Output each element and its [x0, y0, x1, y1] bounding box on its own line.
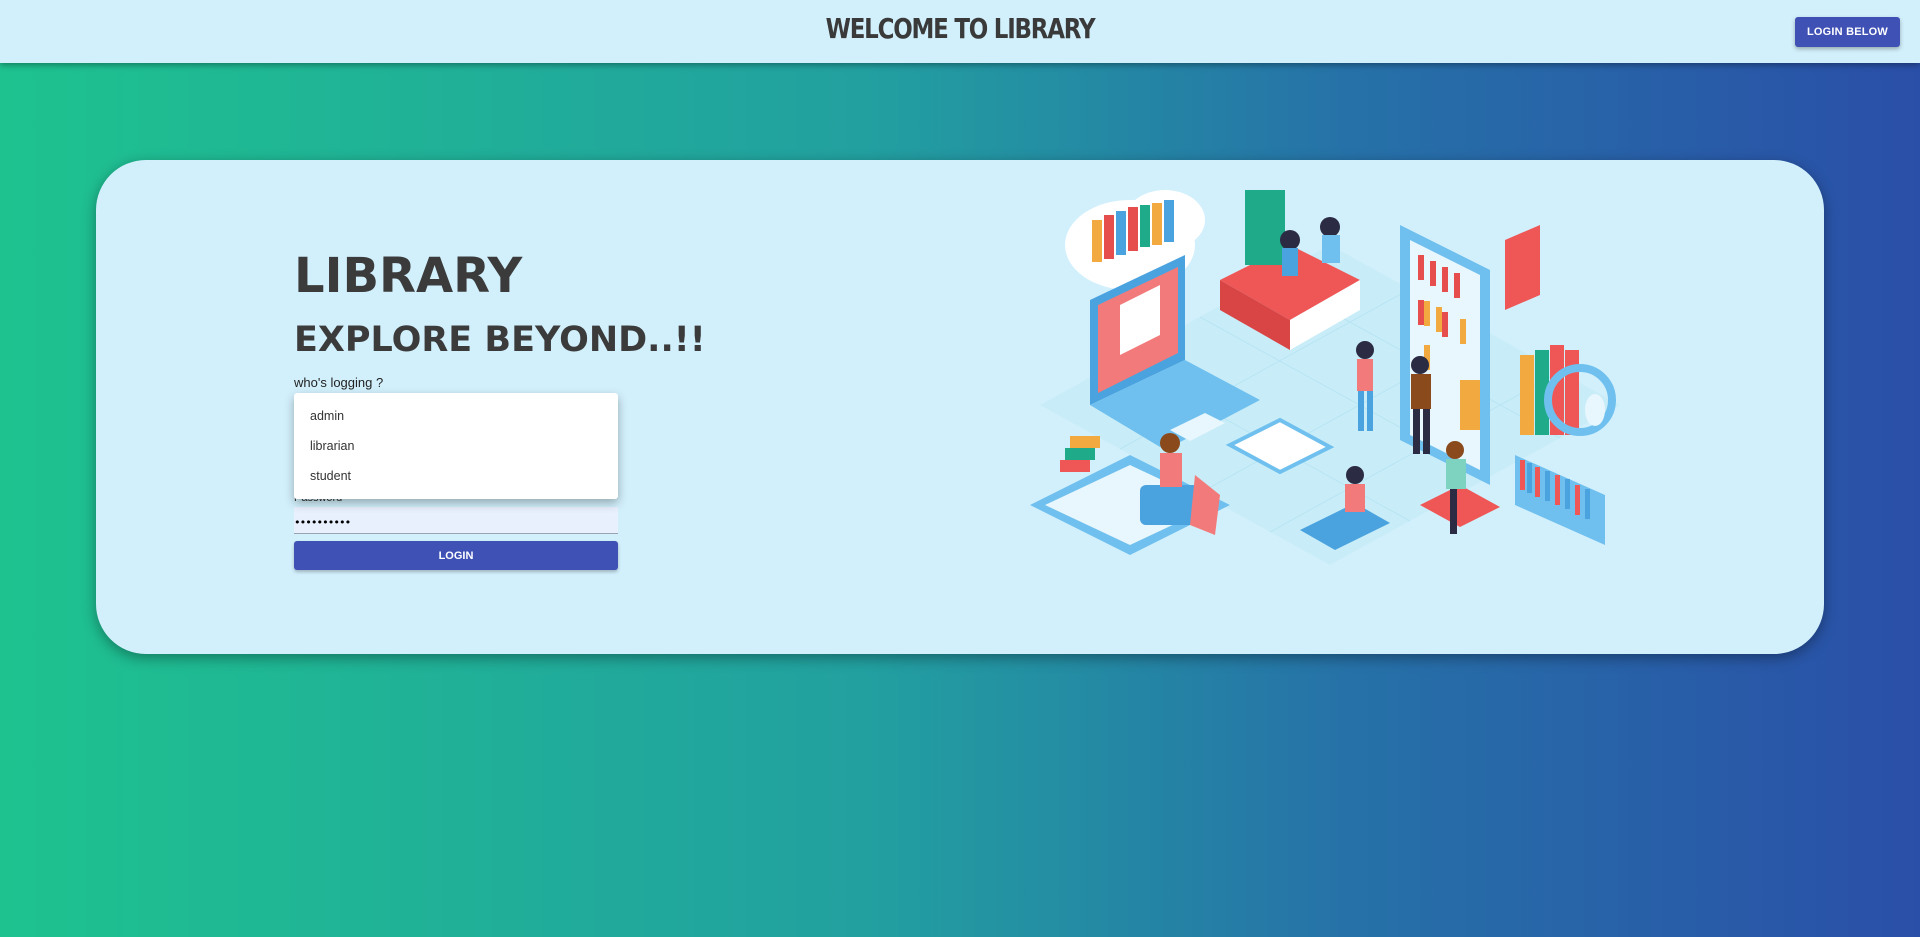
library-illustration-icon [1030, 190, 1620, 565]
role-option-admin[interactable]: admin [294, 401, 618, 431]
role-label: who's logging ? [294, 375, 384, 390]
role-option-librarian[interactable]: librarian [294, 431, 618, 461]
hero-title: LIBRARY [294, 248, 523, 304]
small-bookshelf-icon [1515, 455, 1605, 545]
role-dropdown-menu: admin librarian student [294, 393, 618, 499]
role-option-student[interactable]: student [294, 461, 618, 491]
books-headphones-icon [1505, 225, 1616, 436]
app-title: WELCOME TO LIBRARY [825, 12, 1096, 45]
top-app-bar: WELCOME TO LIBRARY LOGIN BELOW [0, 0, 1920, 63]
login-button[interactable]: LOGIN [294, 541, 618, 570]
login-below-button[interactable]: LOGIN BELOW [1795, 17, 1900, 47]
hero-subtitle: EXPLORE BEYOND..!! [294, 320, 706, 360]
password-field[interactable] [294, 507, 618, 534]
